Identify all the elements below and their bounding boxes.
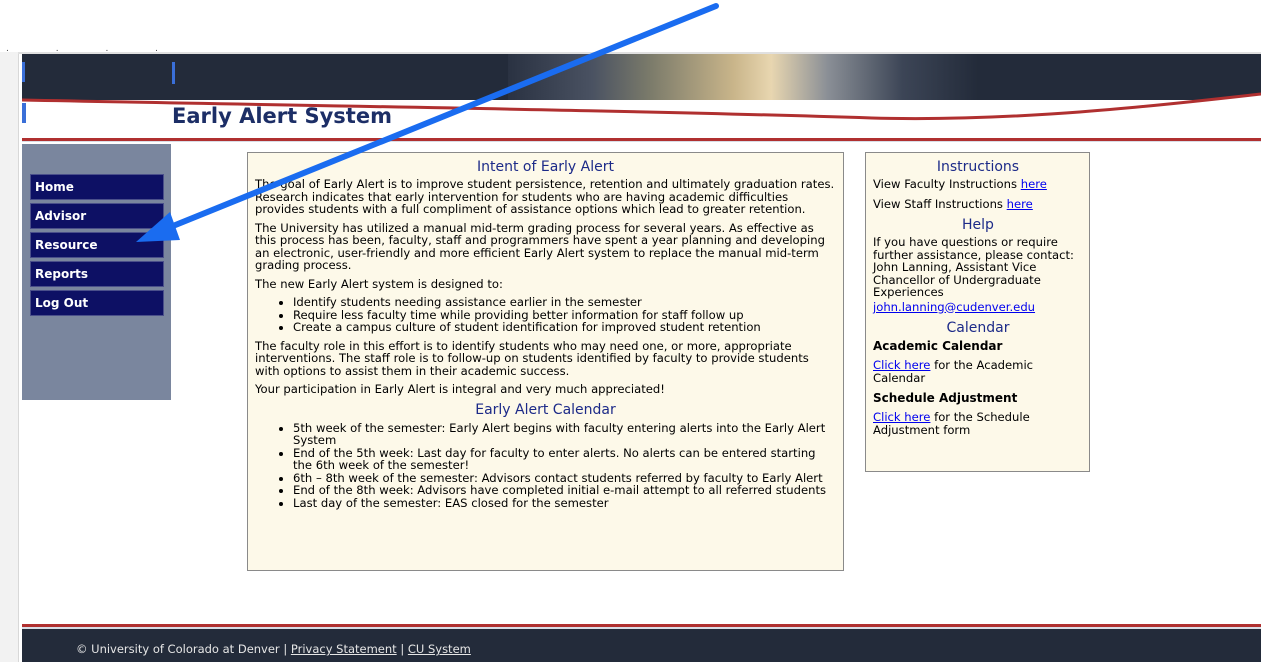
list-item: End of the 5th week: Last day for facult… bbox=[293, 446, 836, 472]
nav-home-button[interactable]: Home bbox=[30, 174, 164, 200]
intent-paragraph: The new Early Alert system is designed t… bbox=[255, 276, 503, 291]
header-divider bbox=[22, 141, 1261, 142]
banner-accent-bar bbox=[22, 62, 25, 82]
faculty-instructions-line: View Faculty Instructions here bbox=[873, 178, 1083, 191]
banner-accent-bar bbox=[172, 62, 175, 84]
list-item: Last day of the semester: EAS closed for… bbox=[293, 496, 836, 510]
goals-list: Identify students needing assistance ear… bbox=[255, 296, 836, 334]
list-item: 5th week of the semester: Early Alert be… bbox=[293, 421, 836, 447]
faculty-instructions-text: View Faculty Instructions bbox=[873, 177, 1018, 191]
intent-paragraph: The faculty role in this effort is to id… bbox=[255, 338, 809, 378]
help-heading: Help bbox=[962, 217, 994, 233]
privacy-statement-link[interactable]: Privacy Statement bbox=[291, 642, 397, 656]
calendar-side-heading: Calendar bbox=[946, 320, 1010, 336]
schedule-adjustment-label: Schedule Adjustment bbox=[873, 391, 1018, 405]
window-left-frame bbox=[0, 52, 19, 662]
instructions-heading: Instructions bbox=[936, 159, 1020, 175]
help-email-line: john.lanning@cudenver.edu bbox=[873, 300, 1083, 314]
nav-advisor-button[interactable]: Advisor bbox=[30, 203, 164, 229]
help-email-link[interactable]: john.lanning@cudenver.edu bbox=[873, 300, 1035, 314]
nav-reports-button[interactable]: Reports bbox=[30, 261, 164, 287]
page-title: Early Alert System bbox=[172, 104, 392, 128]
list-item: End of the 8th week: Advisors have compl… bbox=[293, 484, 836, 497]
list-item: Identify students needing assistance ear… bbox=[293, 296, 836, 309]
nav-resource-button[interactable]: Resource bbox=[30, 232, 164, 258]
academic-calendar-label: Academic Calendar bbox=[873, 339, 1003, 353]
academic-calendar-line: Click here for the Academic Calendar bbox=[873, 359, 1083, 384]
calendar-list: 5th week of the semester: Early Alert be… bbox=[255, 421, 836, 510]
staff-instructions-line: View Staff Instructions here bbox=[873, 196, 1083, 211]
calendar-heading: Early Alert Calendar bbox=[475, 401, 616, 418]
footer: © University of Colorado at Denver | Pri… bbox=[22, 629, 1261, 662]
cu-system-link[interactable]: CU System bbox=[408, 642, 471, 656]
help-text: If you have questions or require further… bbox=[873, 235, 1074, 299]
info-panel: Instructions View Faculty Instructions h… bbox=[865, 152, 1090, 472]
sidebar: Home Advisor Resource Reports Log Out bbox=[22, 144, 171, 400]
footer-copyright: © University of Colorado at Denver | bbox=[76, 642, 288, 656]
intent-paragraph: The University has utilized a manual mid… bbox=[255, 220, 825, 272]
intent-panel: Intent of Early Alert The goal of Early … bbox=[247, 152, 844, 571]
footer-text: © University of Colorado at Denver | Pri… bbox=[76, 642, 471, 656]
footer-separator: | bbox=[400, 642, 405, 656]
nav-logout-button[interactable]: Log Out bbox=[30, 290, 164, 316]
intent-paragraph: The goal of Early Alert is to improve st… bbox=[255, 177, 835, 216]
schedule-adjustment-line: Click here for the Schedule Adjustment f… bbox=[873, 411, 1083, 436]
list-item: Create a campus culture of student ident… bbox=[293, 321, 836, 334]
intent-paragraph: Your participation in Early Alert is int… bbox=[255, 382, 665, 396]
staff-instructions-link[interactable]: here bbox=[1007, 197, 1033, 211]
faculty-instructions-link[interactable]: here bbox=[1021, 177, 1047, 191]
title-accent-bar bbox=[22, 103, 26, 123]
staff-instructions-text: View Staff Instructions bbox=[873, 196, 1003, 211]
intent-heading: Intent of Early Alert bbox=[477, 159, 614, 175]
